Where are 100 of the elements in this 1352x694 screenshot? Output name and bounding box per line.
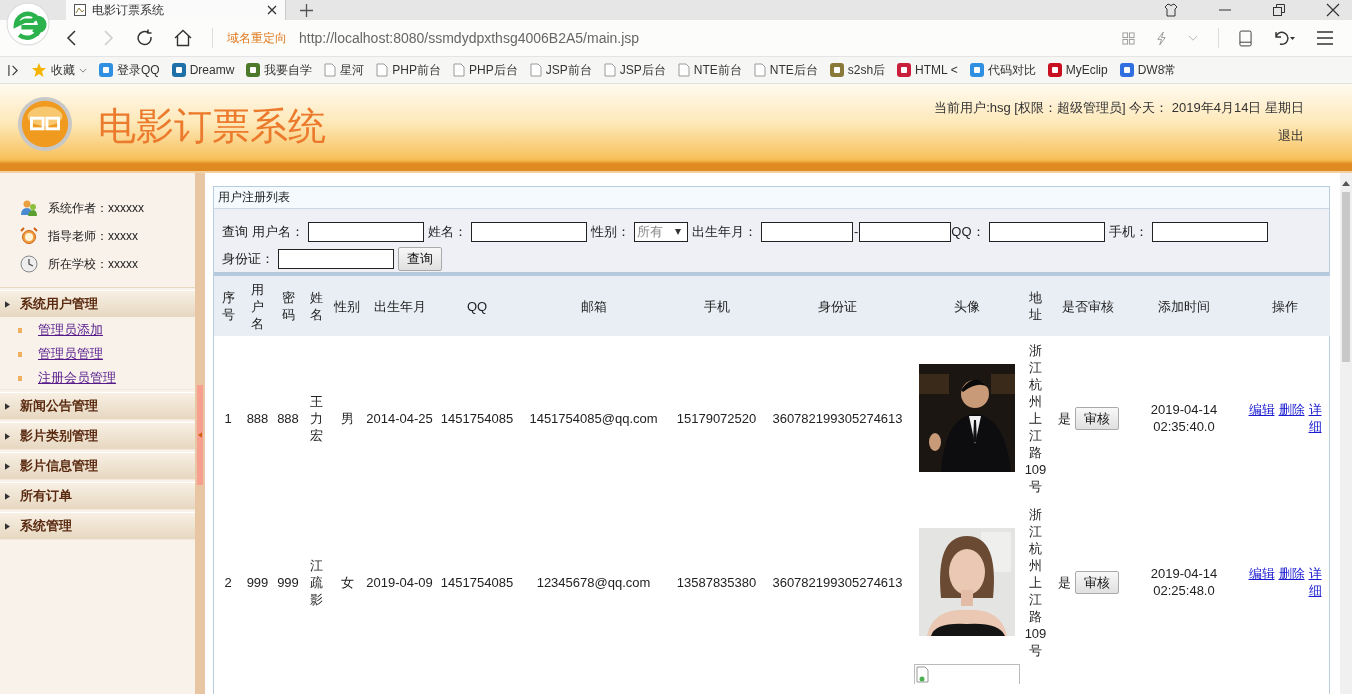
- menu-link[interactable]: 管理员添加: [38, 321, 103, 339]
- column-header: 操作: [1240, 276, 1330, 336]
- tab-title: 电影订票系统: [92, 1, 165, 19]
- bookmark[interactable]: 星河: [324, 61, 365, 79]
- tablet-icon[interactable]: [1239, 29, 1252, 47]
- page-icon: [603, 63, 616, 77]
- close-tab-icon[interactable]: [267, 5, 277, 15]
- new-tab-icon[interactable]: [300, 3, 313, 17]
- input-field[interactable]: [471, 221, 587, 242]
- broken-image-icon: [913, 664, 1020, 684]
- range-separator: -: [854, 224, 859, 240]
- field-label: 姓名：: [428, 222, 467, 241]
- scroll-thumb[interactable]: [1342, 192, 1350, 362]
- date-to-field[interactable]: [859, 221, 952, 242]
- page-icon: [529, 63, 542, 77]
- table-cell: 男: [330, 336, 364, 500]
- column-header: 性别: [330, 276, 364, 336]
- table-cell-text: 2: [223, 573, 233, 592]
- grid-icon[interactable]: [1122, 31, 1135, 45]
- reload-icon[interactable]: [136, 29, 154, 47]
- menu-link[interactable]: 注册会员管理: [38, 369, 116, 387]
- bookmark[interactable]: 我要自学: [246, 61, 313, 79]
- bookmark[interactable]: JSP后台: [603, 61, 666, 79]
- bookmark[interactable]: 登录QQ: [99, 61, 160, 79]
- menu-group-header[interactable]: 影片类别管理: [0, 422, 195, 449]
- column-header: 手机: [668, 276, 765, 336]
- bookmark[interactable]: PHP后台: [453, 61, 518, 79]
- bookmark[interactable]: 代码对比: [969, 61, 1036, 79]
- search-button[interactable]: 查询: [398, 247, 442, 272]
- bookmark[interactable]: s2sh后: [829, 61, 886, 79]
- input-field[interactable]: [308, 221, 424, 242]
- input-field[interactable]: [1151, 221, 1268, 242]
- menu-group-header[interactable]: 影片信息管理: [0, 452, 195, 479]
- menu-group-header[interactable]: 系统管理: [0, 512, 195, 539]
- action-link[interactable]: 编辑: [1248, 401, 1275, 418]
- table-cell-text: 女: [339, 573, 355, 592]
- field-label: 手机：: [1108, 222, 1148, 241]
- gender-select[interactable]: 所有: [634, 221, 688, 242]
- caret-right-icon: [5, 492, 10, 500]
- input-field[interactable]: [278, 249, 394, 270]
- scroll-up-icon[interactable]: [1342, 181, 1350, 186]
- menu-group-header[interactable]: 所有订单: [0, 482, 195, 509]
- column-header: 密码: [273, 276, 303, 336]
- user-info: 当前用户:hsg [权限：超级管理员] 今天： 2019年4月14日 星期日: [934, 98, 1304, 117]
- approved-status: 是: [1057, 409, 1071, 427]
- table-cell: 1: [214, 336, 242, 500]
- action-link[interactable]: 删除: [1278, 401, 1305, 418]
- action-link[interactable]: 详细: [1308, 401, 1322, 435]
- undo-icon[interactable]: [1272, 30, 1296, 46]
- table-cell: 360782199305274613: [765, 336, 910, 500]
- page-icon: [376, 63, 389, 77]
- approve-button[interactable]: 审核: [1074, 570, 1119, 594]
- field-label: 性别：: [591, 222, 630, 241]
- table-cell-text: 360782199305274613: [771, 573, 904, 592]
- date-from-field[interactable]: [761, 221, 853, 242]
- collapse-handle[interactable]: [197, 385, 203, 485]
- menu-icon[interactable]: [1316, 30, 1334, 46]
- table-cell: 浙江杭州上江路109号: [1023, 336, 1048, 500]
- action-link[interactable]: 详细: [1308, 565, 1322, 599]
- table-cell-text: 2019-04-14 02:25:48.0: [1149, 565, 1219, 600]
- shirt-icon[interactable]: [1164, 3, 1178, 17]
- clock-icon: [20, 255, 38, 273]
- redirect-label: 域名重定向: [227, 29, 287, 47]
- bookmark[interactable]: JSP前台: [529, 61, 592, 79]
- page-icon: [453, 63, 466, 77]
- bookmark[interactable]: NTE前台: [677, 61, 742, 79]
- sidebar-toggle-icon[interactable]: [8, 63, 19, 77]
- field-label: QQ：: [951, 222, 985, 241]
- menu-group-header[interactable]: 系统用户管理: [0, 290, 195, 317]
- column-header: 添加时间: [1128, 276, 1240, 336]
- url-field[interactable]: http://localhost:8080/ssmdydpxthsg4006B2A5/main.jsp: [299, 30, 640, 46]
- home-icon[interactable]: [174, 29, 192, 47]
- restore-icon[interactable]: [1272, 3, 1286, 17]
- menu-group-header[interactable]: 新闻公告管理: [0, 392, 195, 419]
- input-field[interactable]: [988, 221, 1105, 242]
- page-favicon-icon: [74, 4, 86, 16]
- bookmark[interactable]: 收藏: [31, 61, 87, 79]
- bookmark[interactable]: HTML <: [897, 63, 958, 77]
- bookmark[interactable]: Dreamw: [171, 63, 235, 77]
- action-link[interactable]: 删除: [1278, 565, 1305, 582]
- column-header: 身份证: [765, 276, 910, 336]
- bookmark[interactable]: MyEclip: [1047, 63, 1108, 77]
- bookmark[interactable]: NTE后台: [753, 61, 818, 79]
- bullet-icon: [18, 375, 22, 381]
- column-header: 是否审核: [1048, 276, 1128, 336]
- logout-link[interactable]: 退出: [1278, 126, 1304, 145]
- column-header: 地址: [1023, 276, 1048, 336]
- bookmark[interactable]: DW8常: [1119, 61, 1177, 79]
- menu-link[interactable]: 管理员管理: [38, 345, 103, 363]
- close-icon[interactable]: [1326, 3, 1340, 17]
- browser-tab[interactable]: 电影订票系统: [66, 0, 286, 20]
- scrollbar[interactable]: [1340, 173, 1352, 694]
- action-link[interactable]: 编辑: [1248, 565, 1275, 582]
- search-label: 查询: [222, 222, 248, 241]
- info-text: 所在学校：xxxxx: [48, 255, 138, 273]
- table-cell-text: 2019-04-09: [365, 573, 434, 592]
- approve-button[interactable]: 审核: [1074, 406, 1119, 430]
- table-cell-text: 浙江杭州上江路109号: [1023, 505, 1048, 660]
- panel-title: 用户注册列表: [218, 189, 290, 207]
- bookmark[interactable]: PHP前台: [376, 61, 442, 79]
